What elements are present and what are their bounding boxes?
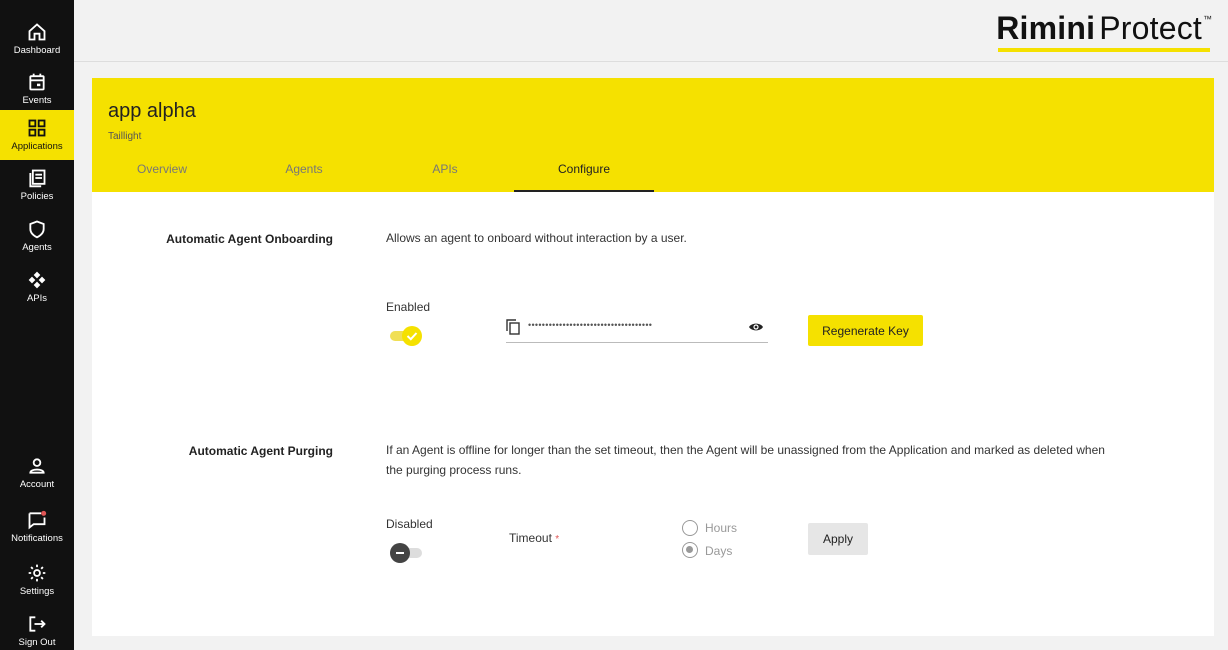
timeout-label: Timeout * [509, 531, 559, 545]
calendar-icon [29, 73, 45, 91]
main-card: app alpha Taillight Overview Agents APIs… [92, 78, 1214, 636]
nav-label: Sign Out [18, 637, 56, 648]
top-header: Rimini Protect ™ [74, 0, 1228, 62]
regenerate-key-button[interactable]: Regenerate Key [808, 315, 923, 346]
app-banner: app alpha Taillight Overview Agents APIs… [92, 78, 1214, 192]
onboarding-label: Automatic Agent Onboarding [166, 232, 333, 246]
nav-label: Events [22, 95, 52, 106]
brand-underline [998, 48, 1210, 52]
nav-label: Notifications [11, 533, 63, 544]
nav-notifications[interactable]: Notifications [0, 502, 74, 552]
brand-trademark: ™ [1203, 14, 1212, 24]
api-nodes-icon [28, 271, 46, 289]
nav-account[interactable]: Account [0, 448, 74, 498]
gear-icon [28, 564, 46, 582]
brand-light: Protect [1099, 10, 1202, 46]
agent-key-field[interactable]: •••••••••••••••••••••••••••••••••••• [506, 311, 768, 343]
nav-dashboard[interactable]: Dashboard [0, 14, 74, 64]
brand-bold: Rimini [996, 10, 1096, 46]
check-icon [406, 332, 418, 341]
document-stack-icon [29, 169, 46, 188]
nav-apis[interactable]: APIs [0, 262, 74, 312]
onboarding-toggle[interactable] [388, 326, 422, 346]
home-icon [28, 23, 46, 41]
agent-key-masked: •••••••••••••••••••••••••••••••••••• [528, 320, 653, 330]
shield-icon [29, 220, 45, 239]
nav-applications[interactable]: Applications [0, 110, 74, 160]
purging-toggle[interactable] [390, 543, 424, 563]
purging-status-label: Disabled [386, 517, 433, 531]
nav-label: Agents [22, 242, 52, 253]
nav-label: Applications [11, 141, 63, 152]
nav-label: Policies [20, 191, 54, 202]
radio-days[interactable] [682, 542, 698, 558]
radio-days-label: Days [705, 544, 733, 558]
nav-events[interactable]: Events [0, 64, 74, 114]
nav-label: Account [19, 479, 55, 490]
chat-bubble-icon [28, 510, 47, 530]
grid-icon [28, 119, 46, 137]
timeout-label-text: Timeout [509, 531, 552, 545]
app-subtitle: Taillight [108, 131, 142, 142]
nav-label: Settings [19, 586, 55, 597]
tab-agents[interactable]: Agents [254, 162, 354, 192]
radio-hours-label: Hours [705, 521, 738, 535]
sidebar: Dashboard Events Applications Policies A… [0, 0, 74, 650]
toggle-knob [402, 326, 422, 346]
nav-policies[interactable]: Policies [0, 160, 74, 210]
required-mark: * [555, 534, 560, 545]
tab-apis[interactable]: APIs [395, 162, 495, 192]
copy-icon[interactable] [506, 319, 520, 335]
apply-button[interactable]: Apply [808, 523, 868, 555]
tab-configure[interactable]: Configure [514, 162, 654, 192]
purging-description: If an Agent is offline for longer than t… [386, 443, 1105, 477]
nav-settings[interactable]: Settings [0, 555, 74, 605]
eye-icon[interactable] [748, 321, 764, 333]
minus-icon [396, 552, 404, 554]
app-title: app alpha [108, 100, 196, 122]
nav-label: APIs [26, 293, 48, 304]
purging-label: Automatic Agent Purging [188, 444, 333, 458]
brand-logo: Rimini Protect ™ [996, 10, 1212, 47]
nav-sign-out[interactable]: Sign Out [0, 606, 74, 650]
radio-hours[interactable] [682, 520, 698, 536]
onboarding-description: Allows an agent to onboard without inter… [386, 231, 687, 245]
sign-out-icon [29, 616, 46, 632]
onboarding-status-label: Enabled [386, 300, 431, 314]
toggle-knob [390, 543, 410, 563]
nav-agents[interactable]: Agents [0, 211, 74, 261]
nav-label: Dashboard [13, 45, 61, 56]
tab-overview[interactable]: Overview [112, 162, 212, 192]
user-icon [29, 458, 45, 474]
